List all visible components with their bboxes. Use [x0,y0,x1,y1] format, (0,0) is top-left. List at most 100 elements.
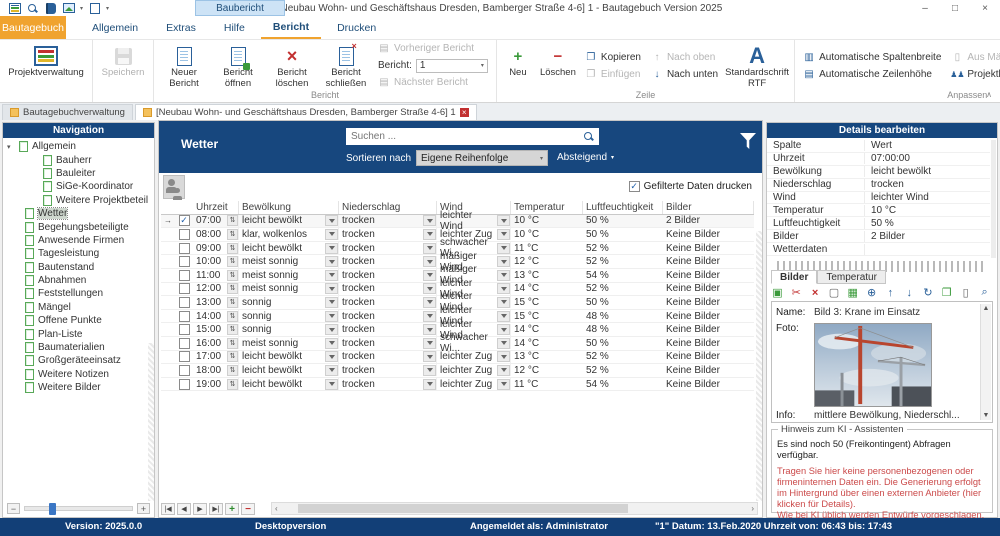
close-tab-icon[interactable]: × [460,108,469,117]
column-header[interactable]: Luftfeuchtigkeit [583,201,663,214]
picture-icon[interactable]: ▦ [846,286,859,299]
details-field-value[interactable]: 10 °C [865,205,990,216]
nav-item[interactable]: Bautenstand [3,261,148,274]
rotate-icon[interactable]: ↻ [922,286,935,299]
spinner-control[interactable]: ⇅ [227,365,238,376]
bilder-cell[interactable]: Keine Bilder [663,283,754,294]
dropdown-icon[interactable] [497,379,510,390]
table-scrollbar[interactable] [756,231,762,501]
niederschlag-cell[interactable]: trocken [339,364,437,376]
navigation-scrollbar[interactable] [148,343,154,501]
print-filtered-checkbox[interactable]: ✓ Gefilterte Daten drucken [629,181,752,192]
uhrzeit-cell[interactable]: 10:00⇅ [193,256,239,268]
spinner-control[interactable]: ⇅ [227,311,238,322]
temperatur-cell[interactable]: 13 °C [511,270,583,281]
details-field-value[interactable]: leichter Wind [865,192,990,203]
row-checkbox[interactable] [179,297,190,308]
uhrzeit-cell[interactable]: 13:00⇅ [193,296,239,308]
wind-cell[interactable]: leichter Zug [437,378,511,390]
book-icon[interactable] [44,2,57,14]
report-icon[interactable] [88,2,101,14]
menu-tab-bericht[interactable]: Bericht [261,16,321,39]
row-checkbox[interactable] [179,324,190,335]
nav-item[interactable]: Mängel [3,301,148,314]
spinner-control[interactable]: ⇅ [227,351,238,362]
luftfeuchtigkeit-cell[interactable]: 52 % [583,256,663,267]
dropdown-icon[interactable] [497,229,510,240]
wind-cell[interactable]: leichter Zug [437,351,511,363]
bilder-cell[interactable]: Keine Bilder [663,270,754,281]
dropdown-icon[interactable] [423,270,436,281]
zoom-slider-track[interactable] [24,506,133,511]
dropdown-icon[interactable] [325,379,338,390]
spinner-control[interactable]: ⇅ [227,256,238,267]
bewoelkung-cell[interactable]: sonnig [239,310,339,322]
maengel-import-button[interactable]: ▯Aus Mängelmanagement importieren [951,50,1000,64]
document-tab[interactable]: [Neubau Wohn- und Geschäftshaus Dresden,… [135,104,477,120]
cut-icon[interactable]: ✂ [790,286,803,299]
dropdown-icon[interactable] [423,351,436,362]
bilder-cell[interactable]: Keine Bilder [663,379,754,390]
luftfeuchtigkeit-cell[interactable]: 52 % [583,283,663,294]
auto-zeilenhoehe-button[interactable]: ▤Automatische Zeilenhöhe [803,67,941,81]
bilder-cell[interactable]: Keine Bilder [663,338,754,349]
menu-tab-extras[interactable]: Extras [154,16,208,39]
luftfeuchtigkeit-cell[interactable]: 50 % [583,229,663,240]
dropdown-icon[interactable] [325,365,338,376]
wind-cell[interactable]: leichter Wind [437,215,511,227]
bewoelkung-cell[interactable]: leicht bewölkt [239,364,339,376]
dropdown-icon[interactable] [325,229,338,240]
menu-tab-hilfe[interactable]: Hilfe [212,16,257,39]
niederschlag-cell[interactable]: trocken [339,269,437,281]
uhrzeit-cell[interactable]: 16:00⇅ [193,337,239,349]
niederschlag-cell[interactable]: trocken [339,228,437,240]
nav-item[interactable]: Großgeräteeinsatz [3,354,148,367]
temperatur-cell[interactable]: 14 °C [511,283,583,294]
nav-item[interactable]: Weitere Projektbeteiligte [3,194,148,207]
spinner-control[interactable]: ⇅ [227,215,238,226]
zoom-in-button[interactable]: + [137,503,150,514]
details-row[interactable]: Windleichter Wind [767,192,990,205]
prev-record-button[interactable]: ◀ [177,503,191,515]
temperatur-cell[interactable]: 13 °C [511,351,583,362]
column-header[interactable]: Temperatur [511,201,583,214]
bilder-cell[interactable]: Keine Bilder [663,243,754,254]
dropdown-icon[interactable] [325,351,338,362]
maximize-button[interactable]: □ [940,0,970,16]
row-checkbox[interactable] [179,379,190,390]
column-header[interactable]: Uhrzeit [193,201,239,214]
minimize-button[interactable]: – [910,0,940,16]
bilder-cell[interactable]: Keine Bilder [663,351,754,362]
frame-icon[interactable]: ▢ [827,286,840,299]
niederschlag-cell[interactable]: trocken [339,378,437,390]
dropdown-icon[interactable] [325,297,338,308]
luftfeuchtigkeit-cell[interactable]: 54 % [583,270,663,281]
luftfeuchtigkeit-cell[interactable]: 50 % [583,297,663,308]
nach-oben-button[interactable]: ↑Nach oben [651,50,718,64]
bewoelkung-cell[interactable]: sonnig [239,324,339,336]
image-dropdown-icon[interactable]: ▾ [80,5,83,12]
projektverwaltung-icon[interactable] [8,2,21,14]
dropdown-icon[interactable] [497,243,510,254]
close-button[interactable]: × [970,0,1000,16]
nav-item[interactable]: SiGe-Koordinator [3,180,148,193]
niederschlag-cell[interactable]: trocken [339,351,437,363]
temperatur-cell[interactable]: 15 °C [511,297,583,308]
dropdown-icon[interactable] [423,283,436,294]
projektbeteiligte-button[interactable]: ♟♟Projektbeteiligte [951,67,1000,81]
bericht-oeffnen-button[interactable]: Bericht öffnen [211,41,265,90]
naechster-bericht-button[interactable]: ▤Nächster Bericht [378,76,488,90]
nav-item[interactable]: Wetter [3,207,148,220]
details-row[interactable]: Bewölkungleicht bewölkt [767,166,990,179]
tab-bilder[interactable]: Bilder [771,270,817,284]
wind-cell[interactable]: schwacher Wi... [437,337,511,349]
nav-item[interactable]: Tagesleistung [3,247,148,260]
luftfeuchtigkeit-cell[interactable]: 52 % [583,351,663,362]
image-info-value[interactable]: mittlere Bewölkung, Niederschl... [814,410,960,421]
dropdown-icon[interactable] [423,338,436,349]
standardschrift-button[interactable]: A Standardschrift RTF [723,41,791,90]
next-record-button[interactable]: ▶ [193,503,207,515]
document-icon[interactable]: ▯ [959,286,972,299]
copy-image-icon[interactable]: ❐ [940,286,953,299]
dropdown-icon[interactable] [423,243,436,254]
